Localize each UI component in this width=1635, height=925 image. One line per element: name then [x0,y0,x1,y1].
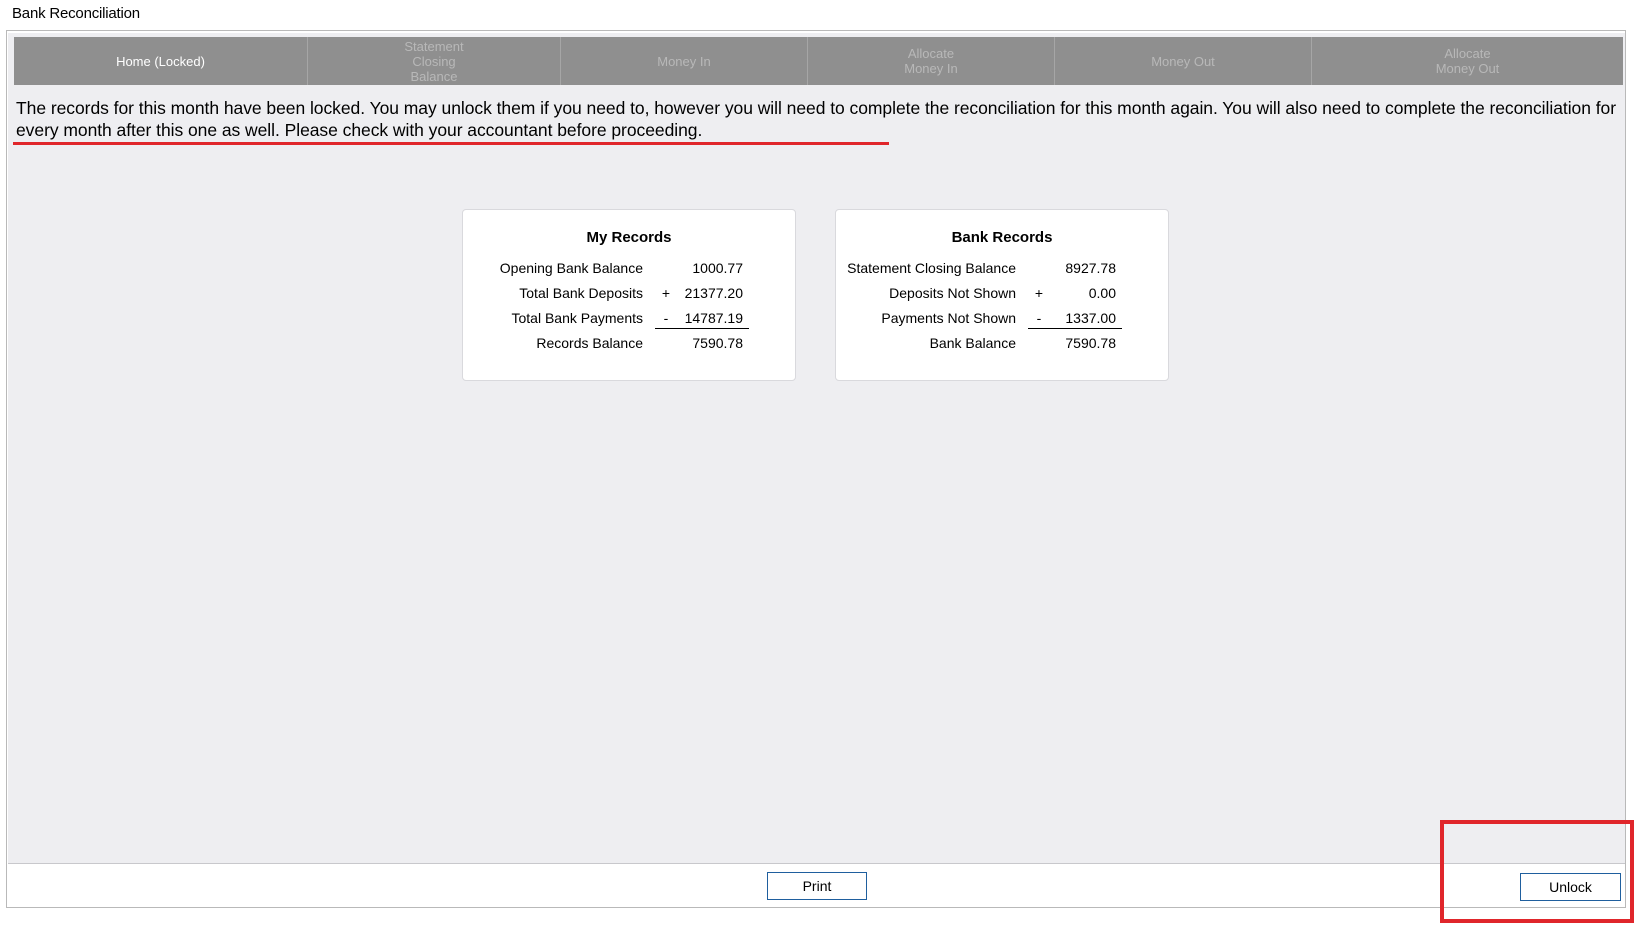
tab-money-in[interactable]: Money In [561,37,808,85]
tab-allocate-money-in[interactable]: Allocate Money In [808,37,1055,85]
bank-records-row: Bank Balance 7590.78 [836,335,1168,355]
sum-line [655,328,749,329]
row-value: 1000.77 [692,260,743,276]
my-records-row: Total Bank Deposits + 21377.20 [463,285,795,305]
tab-money-out[interactable]: Money Out [1055,37,1312,85]
row-value: 1337.00 [1065,310,1116,326]
row-label: Records Balance [536,335,643,351]
bank-records-card: Bank Records Statement Closing Balance 8… [835,209,1169,381]
tab-home-locked[interactable]: Home (Locked) [14,37,308,85]
main-content-area [8,33,1625,864]
row-value: 14787.19 [684,310,743,326]
my-records-card: My Records Opening Bank Balance 1000.77 … [462,209,796,381]
my-records-row: Total Bank Payments - 14787.19 [463,310,795,330]
print-button[interactable]: Print [767,872,867,900]
annotation-highlight-box [1440,820,1634,923]
row-label: Total Bank Deposits [519,285,643,301]
sum-line [1028,328,1122,329]
row-operator: - [1036,310,1042,326]
row-label: Total Bank Payments [511,310,643,326]
row-label: Bank Balance [929,335,1016,351]
row-label: Deposits Not Shown [889,285,1016,301]
annotation-underline [13,142,889,145]
row-value: 7590.78 [692,335,743,351]
bank-records-row: Payments Not Shown - 1337.00 [836,310,1168,330]
row-label: Statement Closing Balance [847,260,1016,276]
row-operator: + [1034,285,1044,301]
locked-notice-text: The records for this month have been loc… [16,98,1616,140]
row-value: 21377.20 [684,285,743,301]
my-records-row: Opening Bank Balance 1000.77 [463,260,795,280]
window-title: Bank Reconciliation [12,5,140,22]
bank-records-row: Deposits Not Shown + 0.00 [836,285,1168,305]
row-value: 8927.78 [1065,260,1116,276]
row-label: Opening Bank Balance [499,260,643,276]
bank-records-row: Statement Closing Balance 8927.78 [836,260,1168,280]
wizard-tab-bar: Home (Locked) Statement Closing Balance … [14,37,1623,85]
row-label: Payments Not Shown [881,310,1016,326]
tab-statement-closing-balance[interactable]: Statement Closing Balance [308,37,561,85]
my-records-title: My Records [586,229,672,246]
row-operator: + [661,285,671,301]
row-value: 0.00 [1088,285,1116,301]
row-value: 7590.78 [1065,335,1116,351]
row-operator: - [663,310,669,326]
bank-records-title: Bank Records [951,229,1053,246]
tab-allocate-money-out[interactable]: Allocate Money Out [1312,37,1623,85]
my-records-row: Records Balance 7590.78 [463,335,795,355]
